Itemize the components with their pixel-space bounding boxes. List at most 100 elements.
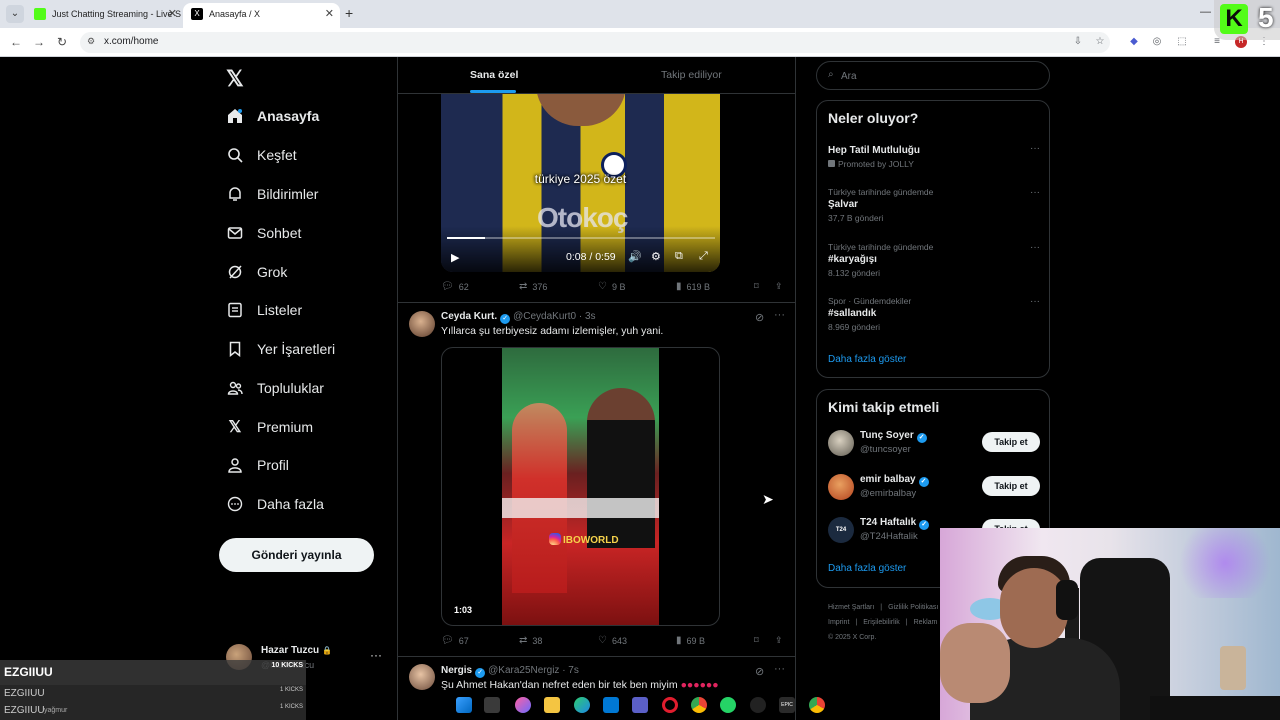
fullscreen-icon[interactable]: ⤢ xyxy=(699,250,708,263)
copilot-icon[interactable] xyxy=(515,697,531,713)
minimize-button[interactable]: — xyxy=(1200,6,1211,18)
nav-home[interactable]: Anasayfa xyxy=(226,101,319,131)
nav-explore[interactable]: Keşfet xyxy=(226,140,297,170)
nav-lists[interactable]: Listeler xyxy=(226,295,302,325)
post-button[interactable]: Gönderi yayınla xyxy=(219,538,374,572)
bookmark-icon[interactable]: ⌑ xyxy=(754,281,759,292)
share-icon[interactable]: ⇪ xyxy=(775,281,783,292)
post-handle[interactable]: @Kara25Nergiz xyxy=(488,665,559,676)
more-icon[interactable]: ··· xyxy=(774,663,785,675)
new-tab-button[interactable]: + xyxy=(345,5,353,21)
site-info-icon[interactable]: ⚙ xyxy=(87,36,95,47)
tab-following[interactable]: Takip ediliyor xyxy=(661,69,722,81)
reply-button[interactable]: 💬︎ 67 xyxy=(441,635,469,646)
forward-icon[interactable]: → xyxy=(33,35,45,49)
like-button[interactable]: ♡ 643 xyxy=(598,635,627,646)
epic-games-icon[interactable]: EPIC xyxy=(779,697,795,713)
trend-item[interactable]: Hep Tatil Mutluluğu Promoted by JOLLY ··… xyxy=(828,143,1040,169)
nav-communities[interactable]: Topluluklar xyxy=(226,373,324,403)
browser-tab-kick[interactable]: Just Chatting Streaming - Live S ✕ xyxy=(26,3,183,28)
follow-button[interactable]: Takip et xyxy=(982,432,1040,452)
nav-messages[interactable]: Sohbet xyxy=(226,218,301,248)
footer-link[interactable]: Erişilebilirlik xyxy=(863,619,900,626)
extensions-puzzle-icon[interactable]: ⬚ xyxy=(1176,36,1188,48)
follow-suggestion[interactable]: Tunç Soyer ✓ @tuncsoyer Takip et xyxy=(828,430,1040,460)
more-icon[interactable]: ··· xyxy=(1030,187,1040,198)
close-icon[interactable]: ✕ xyxy=(168,3,177,25)
video-progress-bar[interactable] xyxy=(447,237,715,239)
like-button[interactable]: ♡ 9 B xyxy=(598,281,625,292)
back-icon[interactable]: ← xyxy=(10,35,22,49)
repost-button[interactable]: ⇄ 38 xyxy=(519,635,542,646)
extension-icon[interactable]: ◎ xyxy=(1151,36,1163,48)
avatar[interactable]: T24 xyxy=(828,517,854,543)
search-input[interactable]: ⌕ Ara xyxy=(816,61,1050,90)
close-icon[interactable]: ✕ xyxy=(325,3,334,25)
volume-icon[interactable]: 🔊 xyxy=(628,250,642,263)
settings-gear-icon[interactable]: ⚙ xyxy=(651,250,661,263)
play-icon[interactable]: ▶ xyxy=(451,251,459,264)
extension-icon[interactable]: ◆ xyxy=(1128,36,1140,48)
more-icon[interactable]: ··· xyxy=(370,648,382,662)
install-icon[interactable]: ⇩ xyxy=(1072,36,1084,48)
trend-item[interactable]: Türkiye tarihinde gündemde #karyağışı 8.… xyxy=(828,242,1040,278)
post-handle[interactable]: @CeydaKurt0 xyxy=(513,311,576,322)
bookmark-icon[interactable]: ⌑ xyxy=(754,635,759,646)
file-explorer-icon[interactable] xyxy=(544,697,560,713)
nav-notifications[interactable]: Bildirimler xyxy=(226,179,318,209)
more-icon[interactable]: ··· xyxy=(1030,296,1040,307)
opera-icon[interactable] xyxy=(662,697,678,713)
x-logo-icon[interactable]: 𝕏 xyxy=(226,66,244,92)
footer-link[interactable]: Gizlilik Politikası xyxy=(888,604,938,611)
grok-icon[interactable]: ⊘ xyxy=(755,311,764,324)
whatsapp-icon[interactable] xyxy=(720,697,736,713)
post-time[interactable]: · 3s xyxy=(579,311,596,322)
nav-grok[interactable]: Grok xyxy=(226,257,287,287)
nav-bookmarks[interactable]: Yer İşaretleri xyxy=(226,334,335,364)
repost-button[interactable]: ⇄ 376 xyxy=(519,281,547,292)
follow-suggestion[interactable]: emir balbay ✓ @emirbalbay Takip et xyxy=(828,474,1040,504)
task-view-icon[interactable] xyxy=(484,697,500,713)
reply-button[interactable]: 💬︎ 62 xyxy=(441,281,469,292)
more-icon[interactable]: ··· xyxy=(774,309,785,321)
show-more-link[interactable]: Daha fazla göster xyxy=(828,563,906,574)
reload-icon[interactable]: ↻ xyxy=(57,35,67,49)
app-icon[interactable] xyxy=(750,697,766,713)
chrome-icon[interactable] xyxy=(809,697,825,713)
teams-icon[interactable] xyxy=(632,697,648,713)
windows-start-icon[interactable] xyxy=(456,697,472,713)
browser-tab-x[interactable]: X Anasayfa / X ✕ xyxy=(183,3,340,28)
avatar[interactable] xyxy=(409,664,435,690)
views-button[interactable]: ▮ 69 B xyxy=(676,635,705,646)
tab-for-you[interactable]: Sana özel xyxy=(470,69,518,81)
share-icon[interactable]: ⇪ xyxy=(775,635,783,646)
footer-link[interactable]: Reklam xyxy=(914,619,938,626)
post-author-name[interactable]: Ceyda Kurt. xyxy=(441,311,497,322)
post-video-player[interactable]: IBOWORLD 1:03 xyxy=(441,347,720,626)
pip-icon[interactable]: ⧉ xyxy=(675,250,683,263)
trend-item[interactable]: Spor · Gündemdekiler #sallandık 8.969 gö… xyxy=(828,296,1040,332)
avatar[interactable] xyxy=(409,311,435,337)
footer-link[interactable]: Imprint xyxy=(828,619,849,626)
edge-icon[interactable] xyxy=(574,697,590,713)
nav-premium[interactable]: 𝕏 Premium xyxy=(226,412,313,442)
more-icon[interactable]: ··· xyxy=(1030,143,1040,154)
avatar[interactable] xyxy=(828,430,854,456)
chrome-icon[interactable] xyxy=(691,697,707,713)
views-button[interactable]: ▮ 619 B xyxy=(676,281,710,292)
post-author-name[interactable]: Nergis xyxy=(441,665,472,676)
follow-button[interactable]: Takip et xyxy=(982,476,1040,496)
bookmark-star-icon[interactable]: ☆ xyxy=(1094,36,1106,48)
post-video-player[interactable]: Otokoç türkiye 2025 özet ▶ 0:08 / 0:59 🔊… xyxy=(441,94,720,272)
tab-search-button[interactable]: ⌄ xyxy=(6,5,24,23)
footer-link[interactable]: Hizmet Şartları xyxy=(828,604,874,611)
trend-item[interactable]: Türkiye tarihinde gündemde Şalvar 37,7 B… xyxy=(828,187,1040,223)
post-time[interactable]: · 7s xyxy=(562,665,579,676)
store-icon[interactable] xyxy=(603,697,619,713)
nav-more[interactable]: Daha fazla xyxy=(226,489,324,519)
nav-profile[interactable]: Profil xyxy=(226,450,289,480)
avatar[interactable] xyxy=(828,474,854,500)
url-field[interactable]: ⚙ x.com/home xyxy=(80,32,1110,53)
grok-icon[interactable]: ⊘ xyxy=(755,665,764,678)
more-icon[interactable]: ··· xyxy=(1030,242,1040,253)
